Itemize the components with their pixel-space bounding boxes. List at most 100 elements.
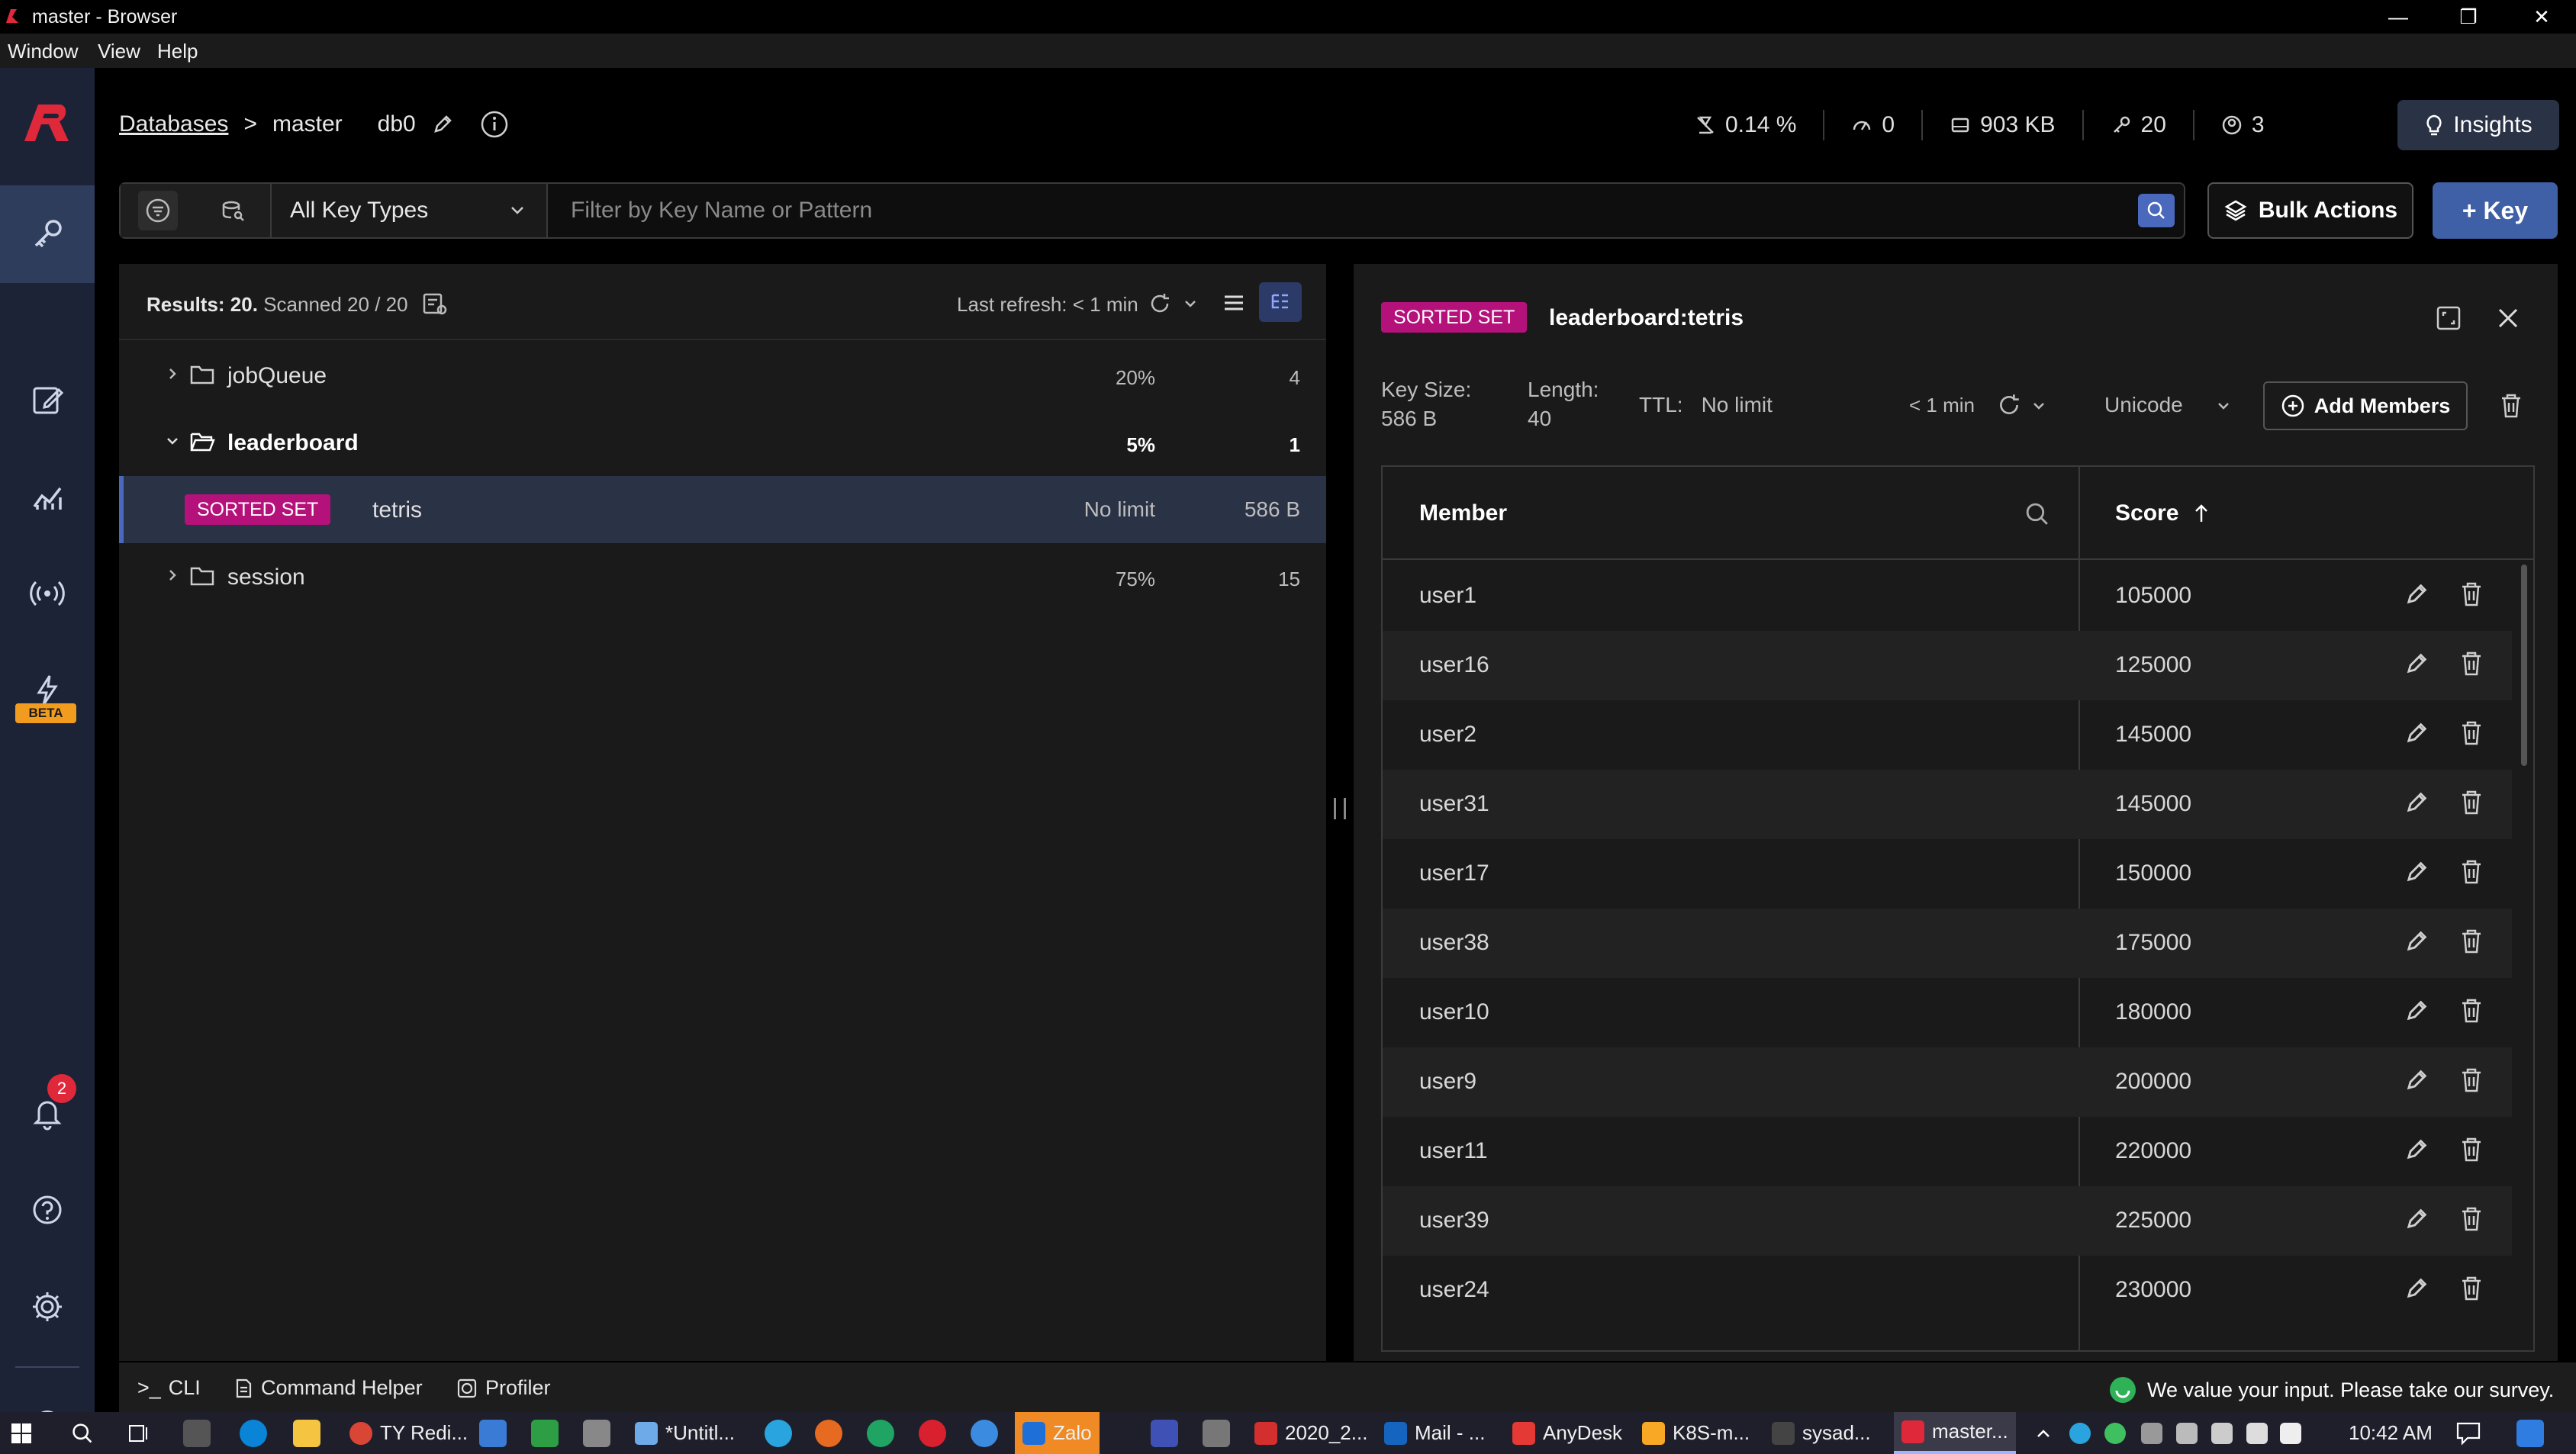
table-row[interactable]: user24 230000 bbox=[1383, 1256, 2512, 1325]
encoding-select[interactable]: Unicode bbox=[2104, 391, 2183, 420]
taskbar-app-terminal[interactable]: sysad... bbox=[1764, 1412, 1879, 1454]
table-row[interactable]: user38 175000 bbox=[1383, 909, 2512, 978]
clock[interactable]: 10:42 AM bbox=[2349, 1421, 2433, 1445]
close-icon[interactable] bbox=[2497, 307, 2520, 330]
trash-icon[interactable] bbox=[2458, 649, 2484, 678]
table-row[interactable]: user16 125000 bbox=[1383, 631, 2512, 700]
add-key-button[interactable]: + Key bbox=[2433, 182, 2558, 239]
key-row-tetris[interactable]: SORTED SET tetris No limit 586 B bbox=[119, 476, 1326, 543]
index-search-button[interactable] bbox=[213, 191, 253, 230]
tray-icon[interactable] bbox=[2141, 1423, 2162, 1444]
chevron-down-icon[interactable] bbox=[1183, 296, 1198, 311]
taskbar-app-redis[interactable]: master... bbox=[1894, 1412, 2016, 1454]
ttl-meta[interactable]: TTL: No limit bbox=[1639, 391, 1773, 420]
trash-icon[interactable] bbox=[2458, 788, 2484, 817]
nav-analysis[interactable] bbox=[0, 448, 95, 545]
tray-icon[interactable] bbox=[2069, 1423, 2091, 1444]
edge-icon[interactable] bbox=[240, 1420, 267, 1447]
table-row[interactable]: user9 200000 bbox=[1383, 1047, 2512, 1117]
pencil-icon[interactable] bbox=[2404, 998, 2429, 1024]
menu-view[interactable]: View bbox=[98, 40, 140, 63]
trash-icon[interactable] bbox=[2498, 392, 2524, 420]
search-icon[interactable] bbox=[70, 1421, 95, 1446]
pencil-icon[interactable] bbox=[2404, 1206, 2429, 1232]
add-members-button[interactable]: Add Members bbox=[2263, 381, 2468, 430]
trash-icon[interactable] bbox=[2458, 927, 2484, 956]
profiler-button[interactable]: Profiler bbox=[456, 1376, 551, 1400]
nav-pubsub[interactable] bbox=[0, 545, 95, 642]
volume-icon[interactable] bbox=[2280, 1423, 2301, 1444]
bulk-actions-button[interactable]: Bulk Actions bbox=[2207, 182, 2413, 239]
key-filter-input[interactable] bbox=[548, 184, 2135, 237]
table-row[interactable]: user2 145000 bbox=[1383, 700, 2512, 770]
pencil-icon[interactable] bbox=[2404, 790, 2429, 815]
pencil-icon[interactable] bbox=[2404, 928, 2429, 954]
pencil-icon[interactable] bbox=[2404, 651, 2429, 677]
mail-icon[interactable] bbox=[479, 1420, 507, 1447]
refresh-icon[interactable] bbox=[1996, 392, 2022, 418]
folder-row-jobqueue[interactable]: jobQueue 20% 4 bbox=[119, 342, 1326, 409]
trash-icon[interactable] bbox=[2458, 1205, 2484, 1234]
table-row[interactable]: user11 220000 bbox=[1383, 1117, 2512, 1186]
taskbar-app-mail[interactable]: Mail - ... bbox=[1377, 1412, 1492, 1454]
nav-workbench[interactable] bbox=[0, 351, 95, 449]
network-icon[interactable] bbox=[2211, 1423, 2233, 1444]
table-row[interactable]: user31 145000 bbox=[1383, 770, 2512, 839]
survey-link[interactable]: We value your input. Please take our sur… bbox=[2109, 1376, 2554, 1404]
list-view-icon[interactable] bbox=[1221, 290, 1247, 316]
expand-icon[interactable] bbox=[2436, 305, 2462, 331]
copilot-icon[interactable] bbox=[2516, 1420, 2544, 1447]
taskbar-app-k8s[interactable]: K8S-m... bbox=[1634, 1412, 1757, 1454]
chevron-up-icon[interactable] bbox=[2034, 1424, 2053, 1443]
search-icon[interactable] bbox=[2024, 500, 2051, 528]
pencil-icon[interactable] bbox=[2404, 1067, 2429, 1093]
task-view-icon[interactable] bbox=[127, 1421, 151, 1446]
pencil-icon[interactable] bbox=[2404, 720, 2429, 746]
key-type-select[interactable]: All Key Types bbox=[272, 184, 548, 237]
table-row[interactable]: user39 225000 bbox=[1383, 1186, 2512, 1256]
tree-view-button[interactable] bbox=[1259, 282, 1302, 322]
info-icon[interactable] bbox=[480, 110, 509, 139]
trash-icon[interactable] bbox=[2458, 857, 2484, 886]
scan-more-icon[interactable] bbox=[421, 290, 449, 317]
taskbar-app-zalo[interactable]: Zalo bbox=[1015, 1412, 1100, 1454]
trash-icon[interactable] bbox=[2458, 580, 2484, 609]
taskbar-app-pdf[interactable]: 2020_2... bbox=[1247, 1412, 1375, 1454]
tray-icon[interactable] bbox=[2176, 1423, 2198, 1444]
chevron-down-icon[interactable] bbox=[2216, 398, 2231, 413]
pencil-icon[interactable] bbox=[2404, 1137, 2429, 1163]
chevron-down-icon[interactable] bbox=[2031, 398, 2046, 413]
table-row[interactable]: user10 180000 bbox=[1383, 978, 2512, 1047]
pencil-icon[interactable] bbox=[2404, 581, 2429, 607]
pattern-search-button[interactable] bbox=[138, 191, 178, 230]
trash-icon[interactable] bbox=[2458, 1274, 2484, 1303]
firefox-icon[interactable] bbox=[815, 1420, 842, 1447]
taskbar-app-anydesk[interactable]: AnyDesk bbox=[1505, 1412, 1630, 1454]
calculator-icon[interactable] bbox=[1203, 1420, 1230, 1447]
windows-start-icon[interactable] bbox=[11, 1423, 32, 1444]
file-explorer-icon[interactable] bbox=[293, 1420, 320, 1447]
command-helper-button[interactable]: Command Helper bbox=[233, 1376, 423, 1400]
pencil-icon[interactable] bbox=[2404, 1275, 2429, 1301]
table-scrollbar[interactable] bbox=[2521, 565, 2527, 766]
nav-notifications[interactable] bbox=[0, 1064, 95, 1162]
taskbar-app-notepad[interactable]: *Untitl... bbox=[627, 1412, 742, 1454]
trash-icon[interactable] bbox=[2458, 1066, 2484, 1095]
trash-icon[interactable] bbox=[2458, 1135, 2484, 1164]
messenger-icon[interactable] bbox=[971, 1420, 998, 1447]
shield-icon[interactable] bbox=[2246, 1423, 2268, 1444]
nav-settings[interactable] bbox=[0, 1258, 95, 1356]
menu-help[interactable]: Help bbox=[157, 40, 198, 63]
databases-link[interactable]: Databases bbox=[119, 111, 228, 137]
pencil-icon[interactable] bbox=[431, 113, 454, 136]
telegram-icon[interactable] bbox=[765, 1420, 792, 1447]
close-window-button[interactable]: ✕ bbox=[2507, 0, 2576, 34]
browser-icon[interactable] bbox=[867, 1420, 894, 1447]
tray-icon[interactable] bbox=[2104, 1423, 2126, 1444]
tool-icon[interactable] bbox=[583, 1420, 610, 1447]
search-button[interactable] bbox=[2138, 194, 2175, 227]
remote-icon[interactable] bbox=[1151, 1420, 1178, 1447]
pencil-icon[interactable] bbox=[2404, 859, 2429, 885]
table-row[interactable]: user1 105000 bbox=[1383, 561, 2512, 631]
nav-help[interactable] bbox=[0, 1161, 95, 1259]
